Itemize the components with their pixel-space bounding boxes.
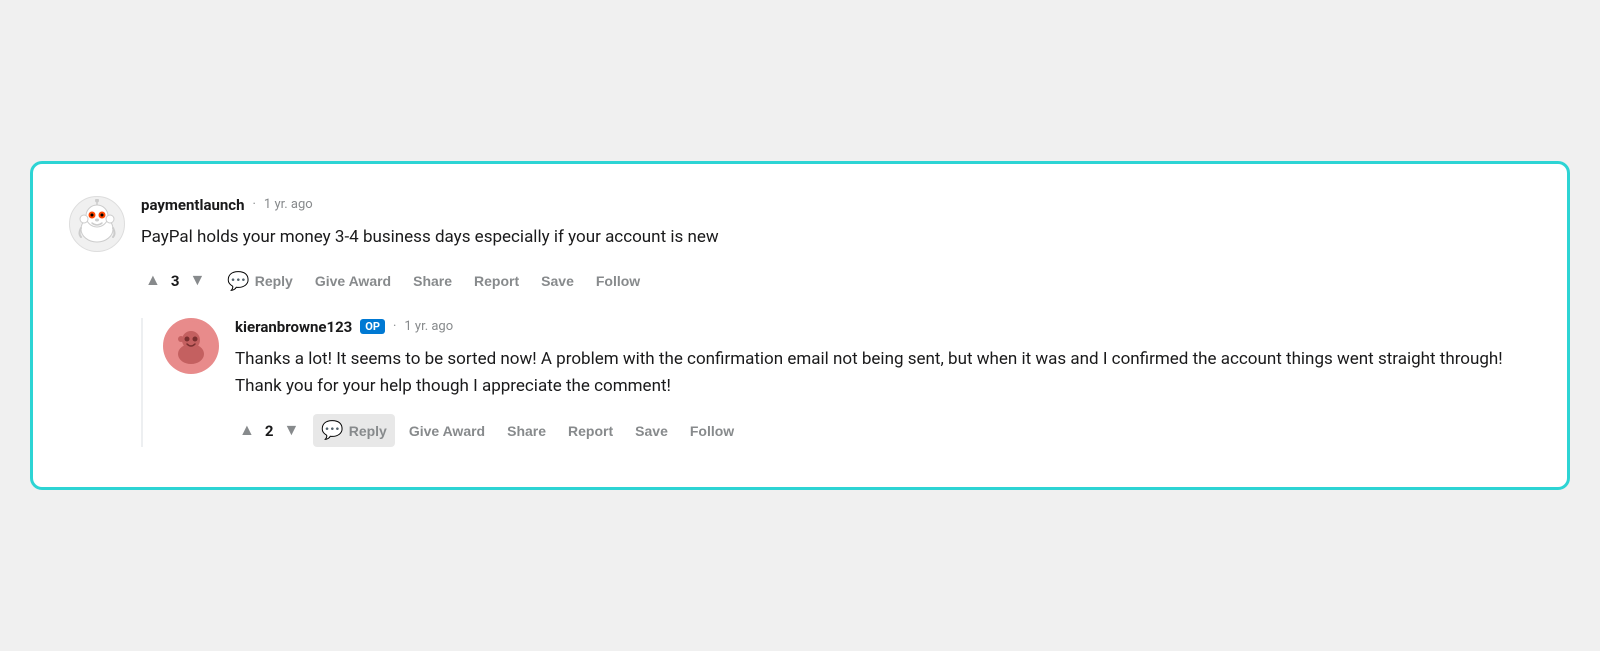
reply-label: Reply — [255, 273, 293, 289]
comments-card: paymentlaunch · 1 yr. ago PayPal holds y… — [30, 161, 1570, 491]
share-label: Share — [507, 423, 546, 439]
comment-item: paymentlaunch · 1 yr. ago PayPal holds y… — [69, 196, 1531, 298]
comment-actions: ▲ 3 ▼ 💬 Reply Give Award Share Report — [141, 265, 1531, 298]
comment-actions: ▲ 2 ▼ 💬 Reply Give Award Share — [235, 414, 1531, 447]
comment-text: PayPal holds your money 3-4 business day… — [141, 224, 1531, 251]
timestamp: 1 yr. ago — [404, 319, 453, 334]
follow-button[interactable]: Follow — [682, 417, 742, 445]
comment-text: Thanks a lot! It seems to be sorted now!… — [235, 346, 1531, 400]
save-label: Save — [541, 273, 574, 289]
timestamp: 1 yr. ago — [264, 197, 313, 212]
report-label: Report — [568, 423, 613, 439]
reply-icon: 💬 — [321, 420, 343, 441]
dot-separator: · — [253, 197, 256, 212]
upvote-button[interactable]: ▲ — [235, 420, 259, 442]
reddit-alien-icon — [72, 199, 122, 249]
avatar — [163, 318, 219, 374]
downvote-button[interactable]: ▼ — [279, 420, 303, 442]
share-button[interactable]: Share — [499, 417, 554, 445]
avatar — [69, 196, 125, 252]
report-button[interactable]: Report — [560, 417, 621, 445]
give-award-label: Give Award — [315, 273, 391, 289]
vote-count: 3 — [171, 272, 180, 290]
save-label: Save — [635, 423, 668, 439]
vote-section: ▲ 3 ▼ — [141, 270, 209, 292]
share-label: Share — [413, 273, 452, 289]
follow-button[interactable]: Follow — [588, 267, 648, 295]
user-avatar-icon — [166, 321, 216, 371]
comment-meta: kieranbrowne123 OP · 1 yr. ago — [235, 318, 1531, 336]
follow-label: Follow — [596, 273, 640, 289]
report-label: Report — [474, 273, 519, 289]
report-button[interactable]: Report — [466, 267, 527, 295]
reply-button[interactable]: 💬 Reply — [219, 265, 301, 298]
comment-meta: paymentlaunch · 1 yr. ago — [141, 196, 1531, 214]
op-badge: OP — [360, 319, 385, 334]
save-button[interactable]: Save — [533, 267, 582, 295]
vote-count: 2 — [265, 422, 274, 440]
comment-body: paymentlaunch · 1 yr. ago PayPal holds y… — [141, 196, 1531, 298]
reply-icon: 💬 — [227, 271, 249, 292]
username: paymentlaunch — [141, 196, 245, 214]
follow-label: Follow — [690, 423, 734, 439]
reply-button[interactable]: 💬 Reply — [313, 414, 395, 447]
save-button[interactable]: Save — [627, 417, 676, 445]
give-award-label: Give Award — [409, 423, 485, 439]
give-award-button[interactable]: Give Award — [307, 267, 399, 295]
upvote-button[interactable]: ▲ — [141, 270, 165, 292]
give-award-button[interactable]: Give Award — [401, 417, 493, 445]
comment-item: kieranbrowne123 OP · 1 yr. ago Thanks a … — [163, 318, 1531, 447]
vote-section: ▲ 2 ▼ — [235, 420, 303, 442]
nested-comment-container: kieranbrowne123 OP · 1 yr. ago Thanks a … — [141, 318, 1531, 447]
dot-separator: · — [393, 319, 396, 334]
share-button[interactable]: Share — [405, 267, 460, 295]
username: kieranbrowne123 — [235, 318, 352, 336]
reply-label: Reply — [349, 423, 387, 439]
comment-body: kieranbrowne123 OP · 1 yr. ago Thanks a … — [235, 318, 1531, 447]
downvote-button[interactable]: ▼ — [185, 270, 209, 292]
